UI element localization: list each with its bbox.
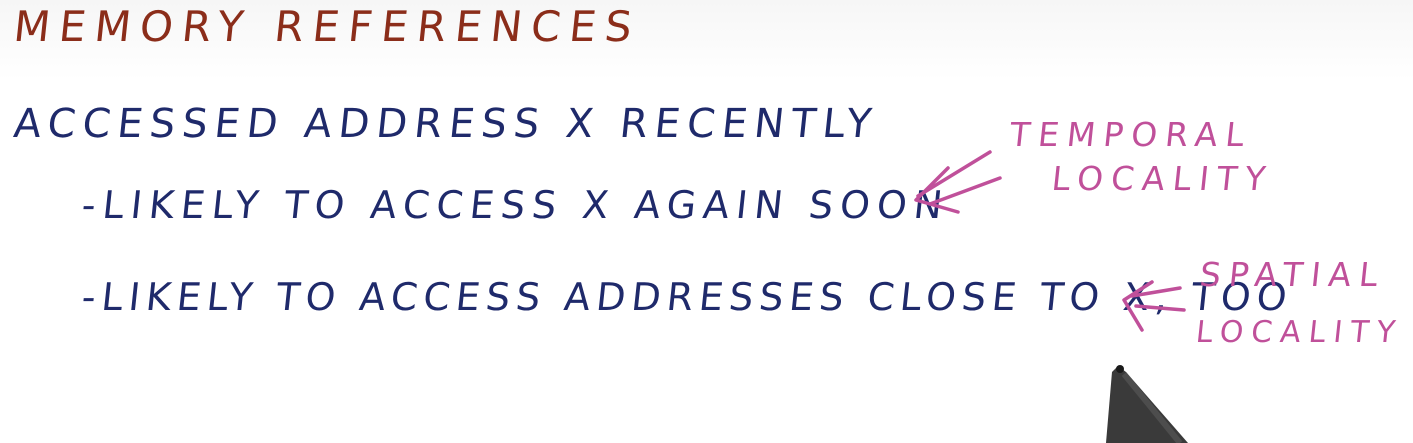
drawing-layer (914, 150, 1188, 443)
whiteboard: MEMORY REFERENCES ACCESSED ADDRESS X REC… (0, 0, 1413, 443)
pen-tip-icon (1106, 365, 1188, 443)
left-arrow-icon (914, 150, 1002, 214)
left-arrow-icon (1122, 280, 1186, 332)
